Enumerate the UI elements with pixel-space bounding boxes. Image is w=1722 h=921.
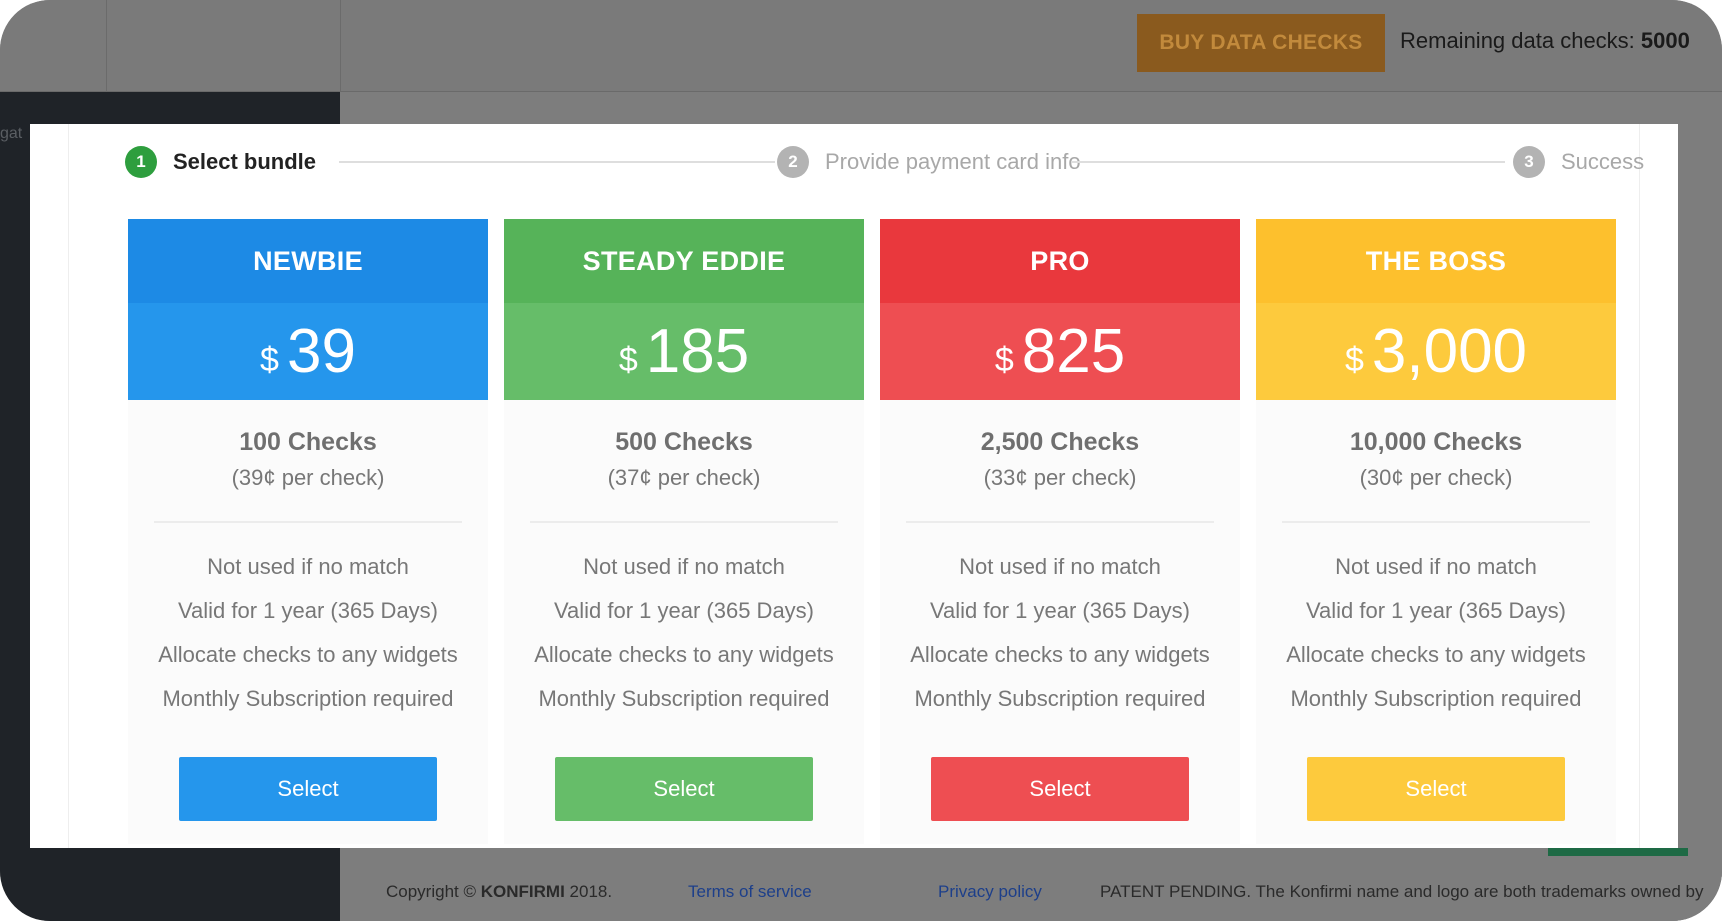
bundle-price: $ 185 bbox=[504, 303, 864, 400]
feature-item: Valid for 1 year (365 Days) bbox=[553, 598, 815, 623]
bundle-per-check: (33¢ per check) bbox=[983, 465, 1137, 490]
step-success: 3 Success bbox=[1513, 146, 1644, 178]
bundle-card-the-boss: THE BOSS $ 3,000 10,000 Checks (30¢ per … bbox=[1256, 219, 1616, 844]
modal-body: 1 Select bundle 2 Provide payment card i… bbox=[68, 124, 1644, 848]
footer: Copyright © KONFIRMI 2018. Terms of serv… bbox=[340, 870, 1722, 921]
feature-item: Monthly Subscription required bbox=[162, 686, 454, 711]
bundle-checks: 100 Checks bbox=[239, 428, 377, 456]
feature-item: Allocate checks to any widgets bbox=[910, 642, 1210, 667]
card-divider bbox=[154, 521, 462, 523]
bundle-modal: 1 Select bundle 2 Provide payment card i… bbox=[30, 124, 1678, 848]
price-amount: 185 bbox=[645, 317, 750, 386]
patent-notice: PATENT PENDING. The Konfirmi name and lo… bbox=[1100, 882, 1704, 901]
bundle-features: Not used if no match Valid for 1 year (3… bbox=[128, 545, 488, 721]
feature-item: Not used if no match bbox=[583, 554, 785, 579]
feature-item: Valid for 1 year (365 Days) bbox=[1305, 598, 1567, 623]
select-pro-button[interactable]: Select bbox=[931, 757, 1189, 821]
price-amount: 3,000 bbox=[1371, 317, 1528, 386]
terms-of-service-link[interactable]: Terms of service bbox=[688, 882, 812, 902]
step-select-bundle: 1 Select bundle bbox=[125, 146, 316, 178]
feature-item: Valid for 1 year (365 Days) bbox=[929, 598, 1191, 623]
bundle-name: NEWBIE bbox=[128, 219, 488, 303]
bundle-name: PRO bbox=[880, 219, 1240, 303]
currency-symbol: $ bbox=[618, 341, 638, 379]
bundle-price: $ 825 bbox=[880, 303, 1240, 400]
bundle-per-check: (39¢ per check) bbox=[231, 465, 385, 490]
step-number: 3 bbox=[1513, 146, 1545, 178]
bundle-card-steady-eddie: STEADY EDDIE $ 185 500 Checks (37¢ per c… bbox=[504, 219, 864, 844]
topbar-divider bbox=[340, 0, 341, 92]
bundle-name: STEADY EDDIE bbox=[504, 219, 864, 303]
bundle-card-pro: PRO $ 825 2,500 Checks (33¢ per check) N… bbox=[880, 219, 1240, 844]
sidebar-item-label: gat bbox=[0, 125, 23, 142]
card-divider bbox=[1282, 521, 1590, 523]
copyright: Copyright © KONFIRMI 2018. bbox=[386, 882, 613, 901]
feature-item: Valid for 1 year (365 Days) bbox=[177, 598, 439, 623]
step-label: Select bundle bbox=[173, 149, 317, 174]
bundle-features: Not used if no match Valid for 1 year (3… bbox=[880, 545, 1240, 721]
privacy-policy-link[interactable]: Privacy policy bbox=[938, 882, 1042, 902]
bundle-per-check: (30¢ per check) bbox=[1359, 465, 1513, 490]
feature-item: Not used if no match bbox=[959, 554, 1161, 579]
feature-item: Allocate checks to any widgets bbox=[1286, 642, 1586, 667]
buy-data-checks-button[interactable]: BUY DATA CHECKS bbox=[1137, 14, 1385, 72]
bundle-per-check: (37¢ per check) bbox=[607, 465, 761, 490]
bundle-features: Not used if no match Valid for 1 year (3… bbox=[504, 545, 864, 721]
bundle-checks: 500 Checks bbox=[615, 428, 753, 456]
bundle-features: Not used if no match Valid for 1 year (3… bbox=[1256, 545, 1616, 721]
step-connector bbox=[1071, 161, 1505, 163]
step-number: 1 bbox=[125, 146, 157, 178]
company-name: KONFIRMI bbox=[480, 882, 565, 901]
bundle-price: $ 3,000 bbox=[1256, 303, 1616, 400]
remaining-checks-label: Remaining data checks: bbox=[1400, 28, 1635, 53]
price-amount: 825 bbox=[1021, 317, 1126, 386]
step-number: 2 bbox=[777, 146, 809, 178]
topbar-divider bbox=[106, 0, 107, 92]
step-label: Success bbox=[1561, 149, 1645, 174]
bundle-checks: 2,500 Checks bbox=[980, 428, 1140, 456]
select-steady-eddie-button[interactable]: Select bbox=[555, 757, 813, 821]
card-divider bbox=[530, 521, 838, 523]
bundle-name: THE BOSS bbox=[1256, 219, 1616, 303]
feature-item: Monthly Subscription required bbox=[1290, 686, 1582, 711]
currency-symbol: $ bbox=[260, 341, 279, 379]
currency-symbol: $ bbox=[1344, 341, 1364, 379]
app-window: BUY DATA CHECKS Remaining data checks: 5… bbox=[0, 0, 1722, 921]
feature-item: Allocate checks to any widgets bbox=[158, 642, 458, 667]
feature-item: Monthly Subscription required bbox=[538, 686, 830, 711]
remaining-checks-value: 5000 bbox=[1640, 28, 1690, 53]
feature-item: Allocate checks to any widgets bbox=[534, 642, 834, 667]
feature-item: Monthly Subscription required bbox=[914, 686, 1206, 711]
feature-item: Not used if no match bbox=[1335, 554, 1537, 579]
card-divider bbox=[906, 521, 1214, 523]
select-the-boss-button[interactable]: Select bbox=[1307, 757, 1565, 821]
step-payment-info: 2 Provide payment card info bbox=[777, 146, 1081, 178]
select-newbie-button[interactable]: Select bbox=[179, 757, 437, 821]
background-button-edge bbox=[1548, 848, 1688, 856]
bundle-checks: 10,000 Checks bbox=[1349, 428, 1523, 456]
bundle-card-newbie: NEWBIE $ 39 100 Checks (39¢ per check) N… bbox=[128, 219, 488, 844]
bundle-price: $ 39 bbox=[128, 303, 488, 400]
price-amount: 39 bbox=[286, 317, 356, 386]
step-label: Provide payment card info bbox=[825, 149, 1081, 174]
feature-item: Not used if no match bbox=[207, 554, 409, 579]
step-connector bbox=[339, 161, 775, 163]
remaining-checks: Remaining data checks: 5000 bbox=[1400, 28, 1690, 54]
currency-symbol: $ bbox=[994, 341, 1014, 379]
